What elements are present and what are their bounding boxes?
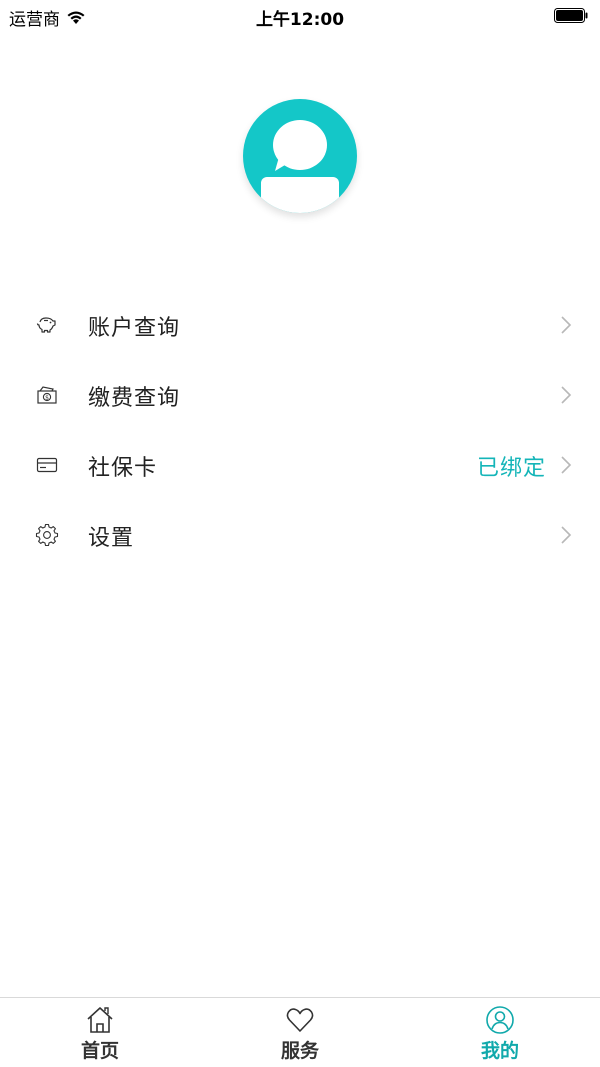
chevron-right-icon (561, 526, 572, 544)
tab-label: 我的 (480, 1040, 519, 1062)
tab-label: 首页 (80, 1040, 119, 1062)
status-time: 上午12:00 (255, 10, 345, 30)
tab-bar: 首页 服务 我的 (0, 997, 600, 1067)
home-icon (87, 1007, 113, 1033)
status-bar: 运营商 上午12:00 (0, 0, 600, 32)
menu-item-label: 社保卡 (88, 456, 158, 481)
tab-services[interactable]: 服务 (200, 998, 400, 1067)
menu-item-social-security-card[interactable]: 社保卡 已绑定 (0, 430, 600, 500)
payment-bill-icon: $ (37, 386, 57, 404)
menu-item-account-query[interactable]: 账户查询 (0, 290, 600, 360)
profile-menu: 账户查询 $ 缴费查询 社保卡 已绑定 设置 (0, 290, 600, 570)
tab-mine[interactable]: 我的 (400, 998, 600, 1067)
heart-icon (286, 1008, 314, 1032)
chevron-right-icon (561, 316, 572, 334)
gear-icon (35, 523, 59, 547)
avatar[interactable] (243, 99, 357, 213)
tab-label: 服务 (280, 1040, 319, 1062)
menu-item-label: 设置 (88, 526, 135, 551)
chevron-right-icon (561, 386, 572, 404)
svg-text:$: $ (45, 394, 49, 401)
profile-screen: 运营商 上午12:00 账户查询 $ 缴费查询 社保卡 已绑定 设置 首页 服务… (0, 0, 600, 1067)
menu-item-label: 缴费查询 (88, 386, 181, 411)
avatar-chat-bubble-icon (261, 120, 339, 213)
card-icon (36, 457, 58, 473)
menu-item-settings[interactable]: 设置 (0, 500, 600, 570)
piggy-bank-icon (36, 317, 56, 333)
tab-home[interactable]: 首页 (0, 998, 200, 1067)
user-icon (486, 1006, 514, 1034)
menu-item-label: 账户查询 (88, 316, 181, 341)
battery-icon (554, 8, 588, 23)
card-bound-status: 已绑定 (476, 456, 546, 481)
menu-item-payment-query[interactable]: $ 缴费查询 (0, 360, 600, 430)
chevron-right-icon (561, 456, 572, 474)
